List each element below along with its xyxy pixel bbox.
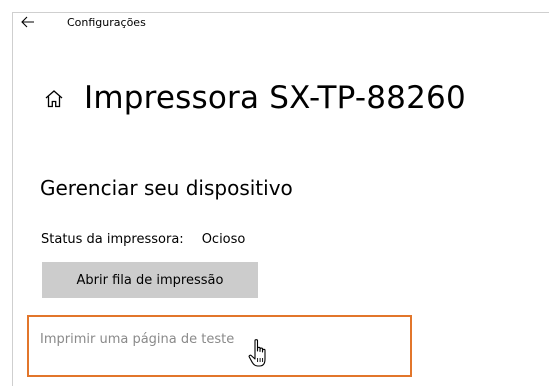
title-bar: Configurações [18,10,146,34]
back-button[interactable] [18,12,38,32]
home-icon [42,87,66,111]
open-print-queue-button[interactable]: Abrir fila de impressão [42,262,258,298]
print-test-page-link[interactable]: Imprimir uma página de teste [40,332,234,347]
status-value: Ocioso [201,232,246,247]
hand-pointer-icon [248,339,266,367]
page-title: Impressora SX-TP-88260 [84,80,466,116]
page-header: Impressora SX-TP-88260 [42,83,466,114]
app-title: Configurações [67,15,146,29]
section-title: Gerenciar seu dispositivo [40,176,293,200]
back-arrow-icon [21,16,34,28]
status-label: Status da impressora: [41,232,184,247]
printer-status-row: Status da impressora: Ocioso [41,232,245,247]
